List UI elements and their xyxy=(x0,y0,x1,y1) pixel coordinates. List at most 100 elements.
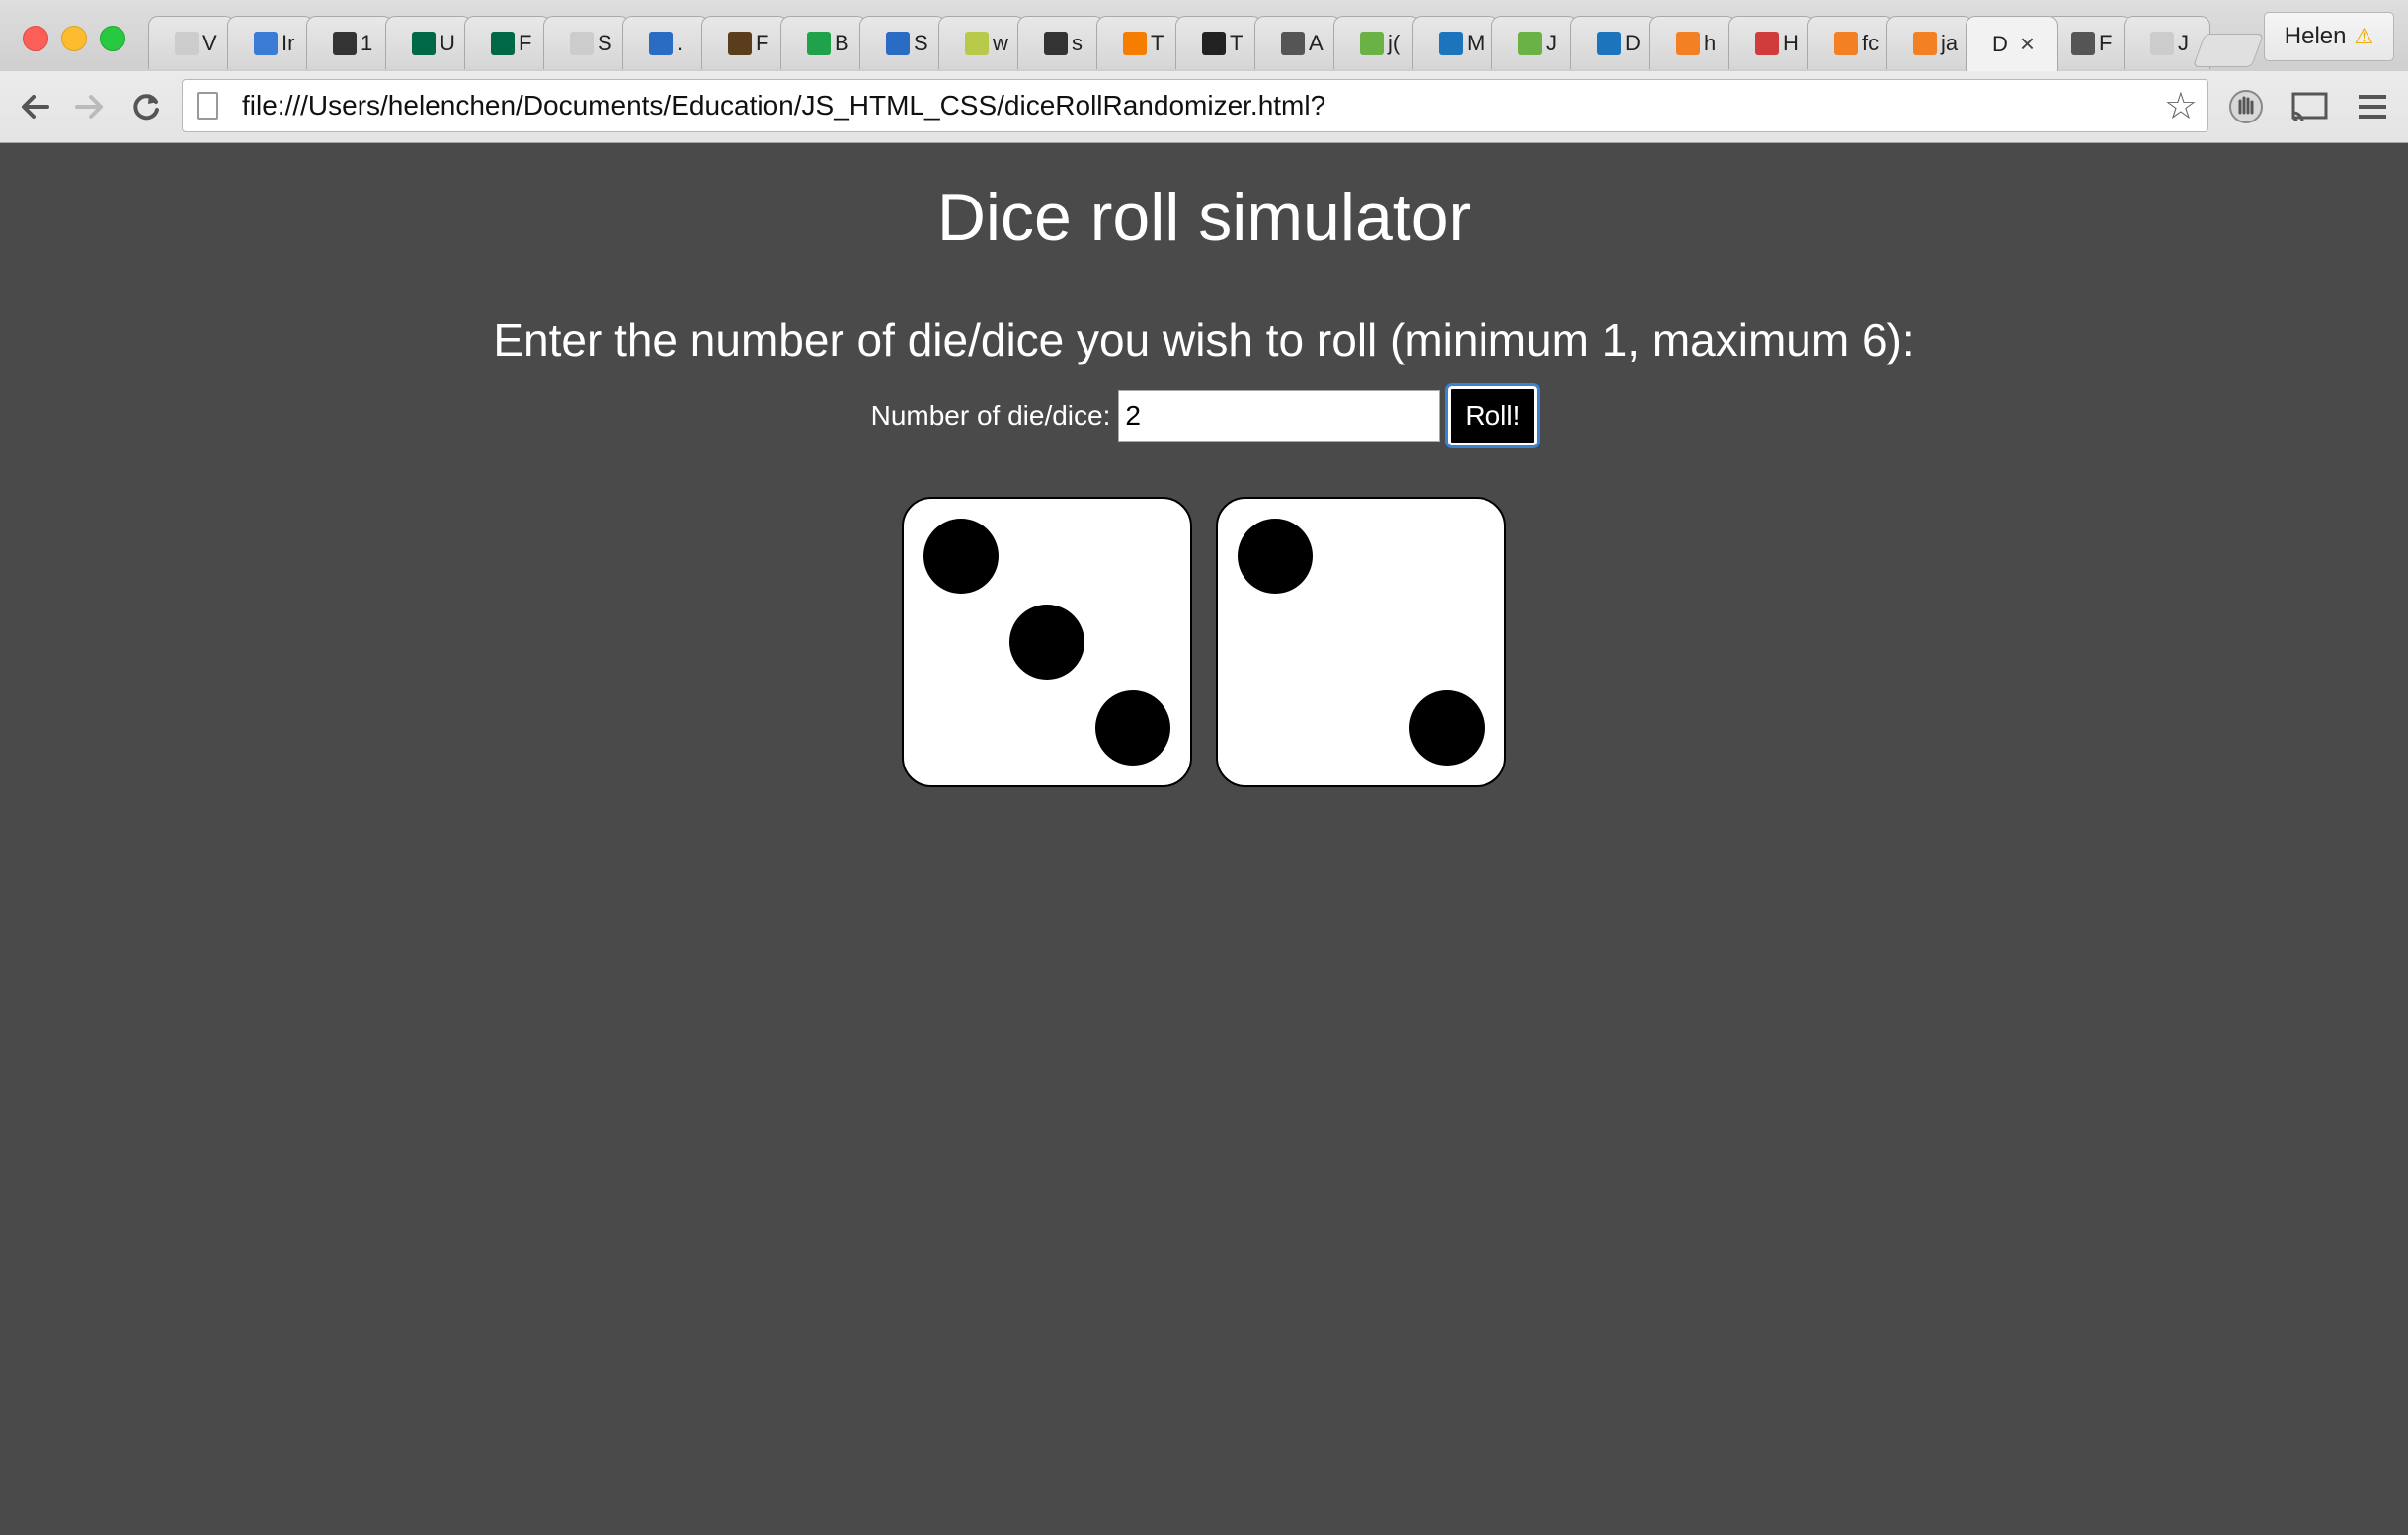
extension-hand-icon xyxy=(2229,90,2263,123)
url-text[interactable]: file:///Users/helenchen/Documents/Educat… xyxy=(242,90,2164,121)
tab-label: F xyxy=(2099,30,2113,55)
browser-tab[interactable]: s xyxy=(1017,16,1104,69)
browser-tab[interactable]: D xyxy=(1570,16,1657,69)
circle-icon xyxy=(807,31,831,55)
tab-label: . xyxy=(677,30,683,55)
die-pip xyxy=(1095,690,1170,766)
back-button[interactable] xyxy=(14,85,57,128)
cast-icon xyxy=(2291,92,2328,122)
tab-label: T xyxy=(1151,30,1164,55)
swirl-icon xyxy=(649,31,673,55)
browser-tab[interactable]: S xyxy=(859,16,946,69)
browser-tab[interactable]: H xyxy=(1728,16,1815,69)
die-pip xyxy=(923,519,999,594)
browser-tab[interactable]: B xyxy=(780,16,867,69)
tab-label: A xyxy=(1309,30,1324,55)
stack-icon xyxy=(1834,31,1858,55)
tab-label: ja xyxy=(1941,30,1959,55)
die-pip xyxy=(1009,605,1084,680)
reload-icon xyxy=(133,94,159,121)
tab-label: D xyxy=(1992,31,2008,56)
usf-icon xyxy=(491,31,515,55)
close-window-button[interactable] xyxy=(23,26,48,51)
browser-tab[interactable]: w xyxy=(938,16,1025,69)
stack-icon xyxy=(1913,31,1937,55)
tab-label: J xyxy=(1546,30,1557,55)
dice-form: Number of die/dice: Roll! xyxy=(0,386,2408,445)
browser-tab[interactable]: F xyxy=(701,16,788,69)
cast-button[interactable] xyxy=(2288,85,2331,128)
tab-label: fc xyxy=(1862,30,1880,55)
grid-icon xyxy=(1755,31,1779,55)
browser-tab[interactable]: Ir xyxy=(227,16,314,69)
die-face-3 xyxy=(902,497,1192,787)
tab-label: S xyxy=(914,30,928,55)
browser-tab[interactable]: U xyxy=(385,16,472,69)
amazon-icon xyxy=(1202,31,1226,55)
tab-label: B xyxy=(835,30,849,55)
browser-toolbar: file:///Users/helenchen/Documents/Educat… xyxy=(0,71,2408,142)
page-icon xyxy=(570,31,594,55)
browser-tab[interactable]: j( xyxy=(1333,16,1420,69)
tab-strip: V Ir 1 U F S. F B Sw s T T Aj(M J Dh Hfc ja D × F J Helen ⚠ xyxy=(0,0,2408,71)
die-face-2 xyxy=(1216,497,1506,787)
globe-icon xyxy=(1281,31,1305,55)
tab-label: U xyxy=(440,30,455,55)
close-icon[interactable]: × xyxy=(2020,29,2035,59)
tab-label: T xyxy=(1230,30,1244,55)
browser-tab[interactable]: V xyxy=(148,16,235,69)
dice-container xyxy=(0,497,2408,787)
die-pip xyxy=(1238,519,1313,594)
browser-chrome: V Ir 1 U F S. F B Sw s T T Aj(M J Dh Hfc ja D × F J Helen ⚠ xyxy=(0,0,2408,143)
swirl-icon xyxy=(886,31,910,55)
rm-icon xyxy=(728,31,752,55)
speaker-icon xyxy=(2071,31,2095,55)
browser-tab[interactable]: fc xyxy=(1807,16,1894,69)
browser-tab[interactable]: . xyxy=(622,16,709,69)
dice-count-input[interactable] xyxy=(1118,390,1441,442)
page-icon xyxy=(175,31,199,55)
spark-icon xyxy=(1044,31,1068,55)
blogger-icon xyxy=(1123,31,1147,55)
reload-button[interactable] xyxy=(124,85,168,128)
warning-icon: ⚠ xyxy=(2354,24,2374,48)
tab-label: s xyxy=(1072,30,1083,55)
address-bar[interactable]: file:///Users/helenchen/Documents/Educat… xyxy=(182,79,2208,132)
w3-icon xyxy=(1360,31,1384,55)
mail-icon xyxy=(254,31,278,55)
usf-icon xyxy=(412,31,436,55)
browser-tab[interactable]: M xyxy=(1412,16,1499,69)
browser-tab[interactable]: S xyxy=(543,16,630,69)
music-icon xyxy=(333,31,357,55)
dice-count-label: Number of die/dice: xyxy=(870,400,1111,431)
roll-button[interactable]: Roll! xyxy=(1448,386,1538,445)
tab-label: 1 xyxy=(361,30,373,55)
tab-label: h xyxy=(1704,30,1717,55)
tab-label: F xyxy=(519,30,532,55)
profile-button[interactable]: Helen ⚠ xyxy=(2264,12,2394,61)
tab-label: w xyxy=(993,30,1008,55)
browser-tab[interactable]: A xyxy=(1254,16,1341,69)
l-icon xyxy=(965,31,989,55)
browser-tab[interactable]: F xyxy=(464,16,551,69)
browser-tab[interactable]: 1 xyxy=(306,16,393,69)
zoom-window-button[interactable] xyxy=(100,26,125,51)
tab-label: V xyxy=(202,30,217,55)
tab-label: J xyxy=(2178,30,2189,55)
browser-tab[interactable]: T xyxy=(1096,16,1183,69)
menu-button[interactable] xyxy=(2351,85,2394,128)
minimize-window-button[interactable] xyxy=(61,26,87,51)
new-tab-button[interactable] xyxy=(2192,34,2265,67)
bookmark-star-icon[interactable]: ☆ xyxy=(2164,84,2198,128)
forward-button[interactable] xyxy=(67,85,111,128)
hand-icon[interactable] xyxy=(2224,85,2268,128)
browser-tab[interactable]: D × xyxy=(1966,16,2058,71)
browser-tab[interactable]: T xyxy=(1175,16,1262,69)
browser-tab[interactable]: h xyxy=(1649,16,1736,69)
w3-icon xyxy=(1518,31,1542,55)
instructions-text: Enter the number of die/dice you wish to… xyxy=(493,314,1915,365)
hamburger-menu-icon xyxy=(2359,95,2386,119)
arrow-right-icon xyxy=(75,95,103,119)
browser-tab[interactable]: ja xyxy=(1886,16,1973,69)
browser-tab[interactable]: J xyxy=(1491,16,1578,69)
